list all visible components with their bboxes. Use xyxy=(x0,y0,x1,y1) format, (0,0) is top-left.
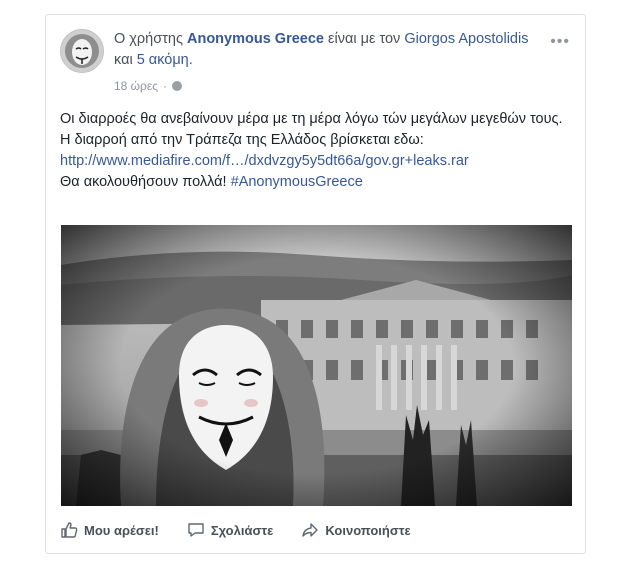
author-avatar[interactable] xyxy=(60,29,104,73)
post-actions: Μου αρέσει! Σχολιάστε Κοινοποιήστε xyxy=(60,515,570,545)
and-text: και xyxy=(114,52,133,68)
comment-label: Σχολιάστε xyxy=(210,522,274,538)
post-timestamp[interactable]: 18 ώρες xyxy=(114,79,158,93)
post-attribution: Ο χρήστης Anonymous Greece είναι με τον … xyxy=(114,29,544,71)
like-label: Μου αρέσει! xyxy=(84,522,159,538)
end-dot: . xyxy=(188,52,193,68)
more-options-icon[interactable]: ••• xyxy=(550,33,570,51)
thumbs-up-icon xyxy=(61,522,78,538)
post-card: Ο χρήστης Anonymous Greece είναι με τον … xyxy=(45,14,586,554)
share-label: Κοινοποιήστε xyxy=(325,522,411,538)
others-link[interactable]: 5 ακόμη xyxy=(137,52,189,68)
body-line-1: Οι διαρροές θα ανεβαίνουν μέρα με τη μέρ… xyxy=(60,111,563,127)
like-button[interactable]: Μου αρέσει! xyxy=(60,521,159,539)
globe-icon[interactable] xyxy=(172,81,183,91)
tagged-user-link[interactable]: Giorgos Apostolidis xyxy=(404,31,528,47)
with-text: είναι με τον xyxy=(328,31,401,47)
hashtag-link[interactable]: #AnonymousGreece xyxy=(231,174,363,190)
photo-graphic xyxy=(61,225,572,506)
post-meta: 18 ώρες · xyxy=(114,79,183,93)
share-button[interactable]: Κοινοποιήστε xyxy=(301,521,411,539)
mask-avatar-icon xyxy=(61,30,103,72)
share-arrow-icon xyxy=(302,523,319,537)
leak-url-link[interactable]: http://www.mediafire.com/f…/dxdvzgy5y5dt… xyxy=(60,153,469,169)
comment-button[interactable]: Σχολιάστε xyxy=(187,521,273,539)
post-body: Οι διαρροές θα ανεβαίνουν μέρα με τη μέρ… xyxy=(60,109,575,193)
prefix-text: Ο χρήστης xyxy=(114,31,183,47)
post-photo[interactable] xyxy=(61,225,572,506)
meta-separator: · xyxy=(163,79,168,93)
body-line-2: Η διαρροή από την Τράπεζα της Ελλάδος βρ… xyxy=(60,132,424,148)
closing-text: Θα ακολουθήσουν πολλά! xyxy=(60,174,227,190)
author-link[interactable]: Anonymous Greece xyxy=(187,31,324,47)
comment-bubble-icon xyxy=(188,523,204,537)
post-header: Ο χρήστης Anonymous Greece είναι με τον … xyxy=(60,29,570,109)
